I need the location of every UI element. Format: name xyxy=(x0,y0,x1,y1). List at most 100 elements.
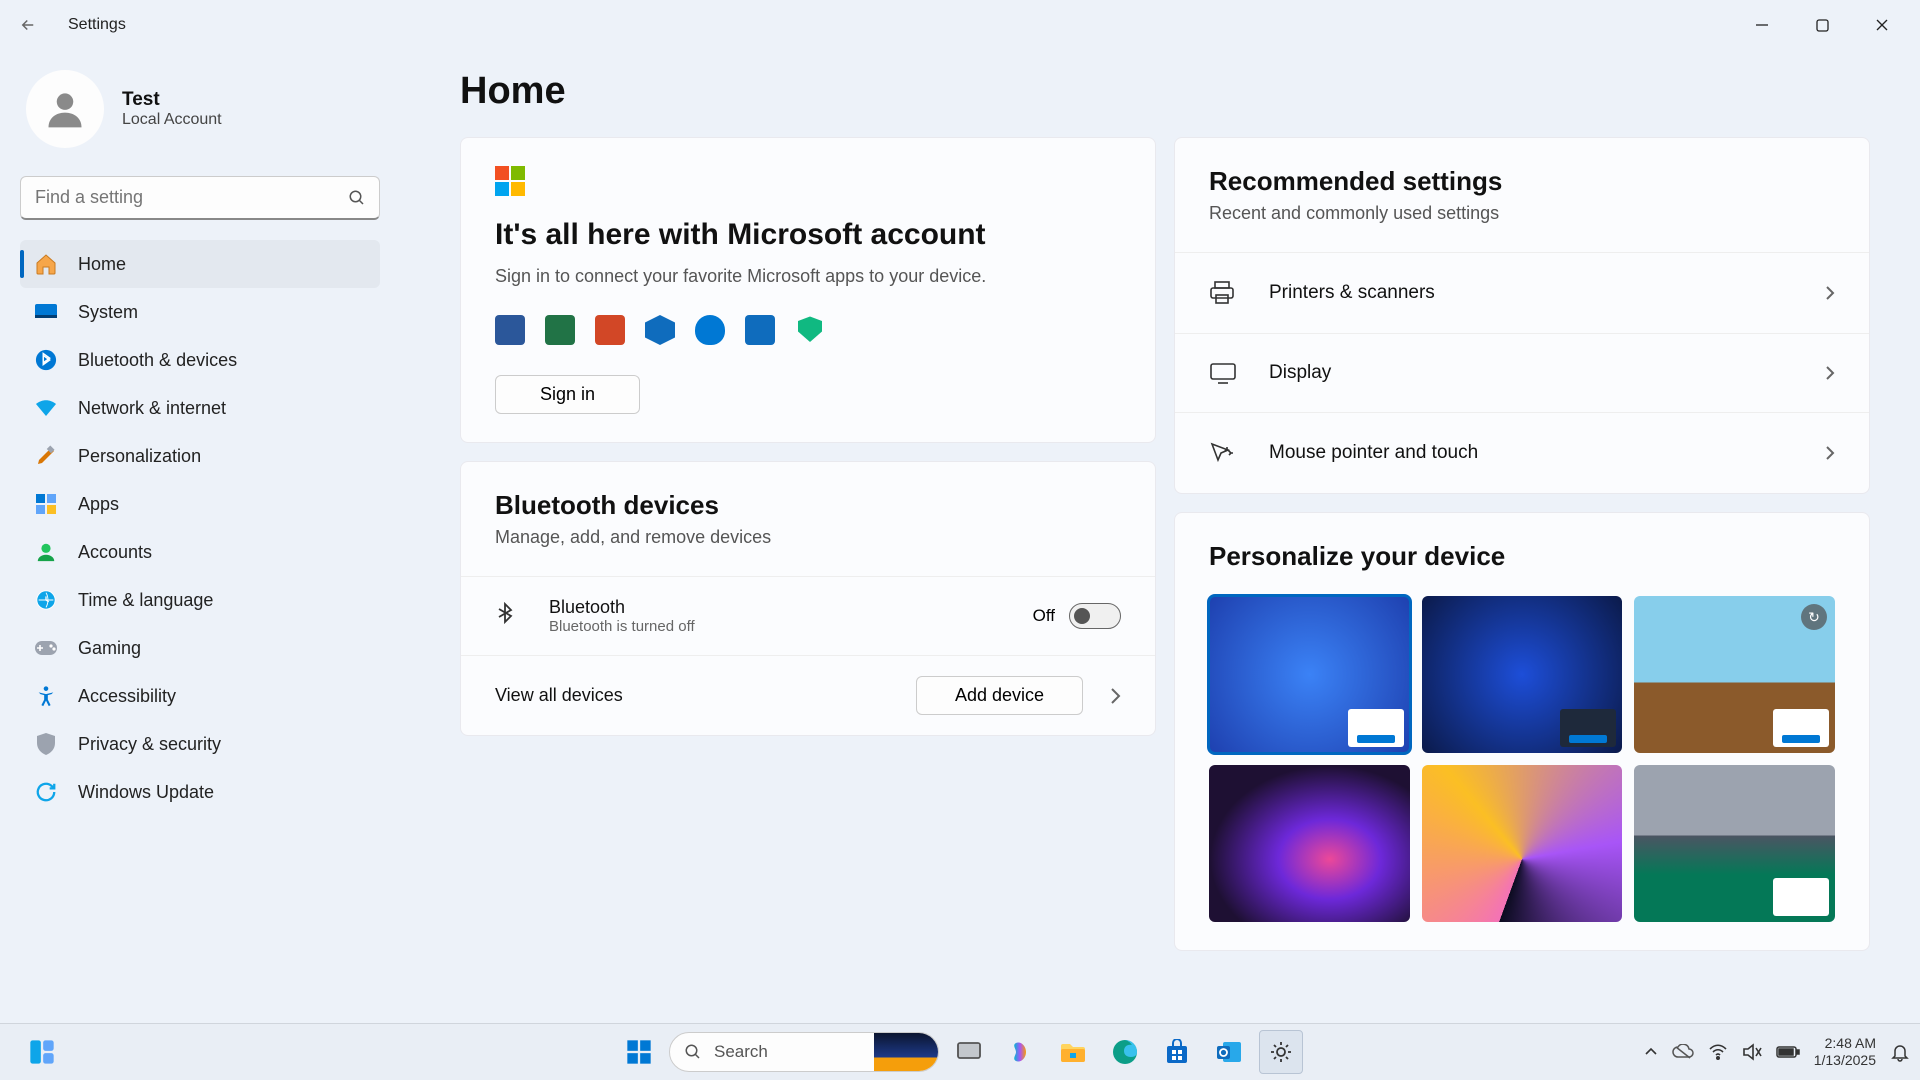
nav-list: Home System Bluetooth & devices Network … xyxy=(20,240,380,816)
view-all-devices-link[interactable]: View all devices xyxy=(495,685,623,706)
rec-label: Printers & scanners xyxy=(1269,282,1435,304)
sign-in-button[interactable]: Sign in xyxy=(495,375,640,414)
bt-row-label: Bluetooth xyxy=(549,597,695,618)
search-box[interactable] xyxy=(20,176,380,220)
search-icon xyxy=(348,189,366,207)
taskbar-search-label: Search xyxy=(714,1042,768,1062)
home-icon xyxy=(34,252,58,276)
volume-tray-icon[interactable] xyxy=(1742,1043,1762,1061)
nav-gaming[interactable]: Gaming xyxy=(20,624,380,672)
bluetooth-icon xyxy=(34,348,58,372)
nav-bluetooth[interactable]: Bluetooth & devices xyxy=(20,336,380,384)
nav-personalization[interactable]: Personalization xyxy=(20,432,380,480)
store-icon xyxy=(1164,1039,1190,1065)
rec-mouse[interactable]: Mouse pointer and touch xyxy=(1175,412,1869,493)
bt-row-sub: Bluetooth is turned off xyxy=(549,618,695,635)
taskbar-search[interactable]: Search xyxy=(669,1032,939,1072)
rec-label: Mouse pointer and touch xyxy=(1269,442,1478,464)
notifications-tray-icon[interactable] xyxy=(1890,1042,1910,1062)
ms-apps-row xyxy=(495,315,1121,345)
folder-icon xyxy=(1059,1040,1087,1064)
system-icon xyxy=(34,300,58,324)
theme-4[interactable] xyxy=(1209,765,1410,922)
recommended-card: Recommended settings Recent and commonly… xyxy=(1174,137,1870,494)
copilot-icon xyxy=(1008,1039,1034,1065)
nav-label: Privacy & security xyxy=(78,734,221,755)
nav-accessibility[interactable]: Accessibility xyxy=(20,672,380,720)
back-button[interactable] xyxy=(8,5,48,45)
nav-time[interactable]: Time & language xyxy=(20,576,380,624)
shield-icon xyxy=(34,732,58,756)
onedrive-tray-icon[interactable] xyxy=(1672,1044,1694,1060)
outlook-button[interactable] xyxy=(1207,1030,1251,1074)
maximize-icon xyxy=(1816,19,1829,32)
edge-button[interactable] xyxy=(1103,1030,1147,1074)
nav-label: Home xyxy=(78,254,126,275)
bt-toggle-state: Off xyxy=(1033,606,1055,626)
minimize-button[interactable] xyxy=(1732,5,1792,45)
nav-network[interactable]: Network & internet xyxy=(20,384,380,432)
wifi-tray-icon[interactable] xyxy=(1708,1044,1728,1060)
tray-clock[interactable]: 2:48 AM 1/13/2025 xyxy=(1814,1035,1876,1069)
bt-card-sub: Manage, add, and remove devices xyxy=(495,527,1121,548)
outlook-icon xyxy=(1215,1039,1243,1065)
store-button[interactable] xyxy=(1155,1030,1199,1074)
nav-label: Windows Update xyxy=(78,782,214,803)
maximize-button[interactable] xyxy=(1792,5,1852,45)
theme-6[interactable] xyxy=(1634,765,1835,922)
wifi-icon xyxy=(34,396,58,420)
search-input[interactable] xyxy=(20,176,380,220)
rec-sub: Recent and commonly used settings xyxy=(1209,203,1835,224)
printer-icon xyxy=(1209,281,1239,305)
ms-card-title: It's all here with Microsoft account xyxy=(495,218,1121,252)
settings-taskbar-button[interactable] xyxy=(1259,1030,1303,1074)
nav-home[interactable]: Home xyxy=(20,240,380,288)
nav-label: Personalization xyxy=(78,446,201,467)
nav-label: Apps xyxy=(78,494,119,515)
rec-printers[interactable]: Printers & scanners xyxy=(1175,252,1869,333)
nav-apps[interactable]: Apps xyxy=(20,480,380,528)
theme-1[interactable] xyxy=(1209,596,1410,753)
windows-start-icon xyxy=(625,1038,653,1066)
chevron-right-icon[interactable] xyxy=(1109,687,1121,705)
add-device-button[interactable]: Add device xyxy=(916,676,1083,715)
nav-label: Gaming xyxy=(78,638,141,659)
sync-icon: ↻ xyxy=(1801,604,1827,630)
search-scenery-icon xyxy=(874,1033,938,1071)
excel-icon xyxy=(545,315,575,345)
explorer-button[interactable] xyxy=(1051,1030,1095,1074)
nav-label: Network & internet xyxy=(78,398,226,419)
close-button[interactable] xyxy=(1852,5,1912,45)
tray-chevron-up-icon[interactable] xyxy=(1644,1047,1658,1057)
nav-update[interactable]: Windows Update xyxy=(20,768,380,816)
theme-3[interactable]: ↻ xyxy=(1634,596,1835,753)
person-icon xyxy=(43,87,87,131)
accessibility-icon xyxy=(34,684,58,708)
microsoft-logo-icon xyxy=(495,166,525,196)
account-icon xyxy=(34,540,58,564)
profile-block[interactable]: Test Local Account xyxy=(26,70,380,148)
nav-privacy[interactable]: Privacy & security xyxy=(20,720,380,768)
search-icon xyxy=(684,1043,702,1061)
theme-2[interactable] xyxy=(1422,596,1623,753)
gear-icon xyxy=(1268,1039,1294,1065)
rec-display[interactable]: Display xyxy=(1175,333,1869,412)
task-view-button[interactable] xyxy=(947,1030,991,1074)
outlook-icon xyxy=(745,315,775,345)
window-title: Settings xyxy=(68,16,126,34)
copilot-button[interactable] xyxy=(999,1030,1043,1074)
sidebar: Test Local Account Home System Bluetooth… xyxy=(0,50,400,1023)
nav-accounts[interactable]: Accounts xyxy=(20,528,380,576)
bluetooth-card: Bluetooth devices Manage, add, and remov… xyxy=(460,461,1156,736)
battery-tray-icon[interactable] xyxy=(1776,1045,1800,1059)
theme-5[interactable] xyxy=(1422,765,1623,922)
widgets-icon xyxy=(28,1038,56,1066)
bt-footer-row: View all devices Add device xyxy=(461,655,1155,735)
bluetooth-toggle[interactable] xyxy=(1069,603,1121,629)
nav-system[interactable]: System xyxy=(20,288,380,336)
start-button[interactable] xyxy=(617,1030,661,1074)
widgets-button[interactable] xyxy=(20,1030,64,1074)
theme-grid: ↻ xyxy=(1175,596,1869,950)
minimize-icon xyxy=(1755,18,1769,32)
nav-label: System xyxy=(78,302,138,323)
